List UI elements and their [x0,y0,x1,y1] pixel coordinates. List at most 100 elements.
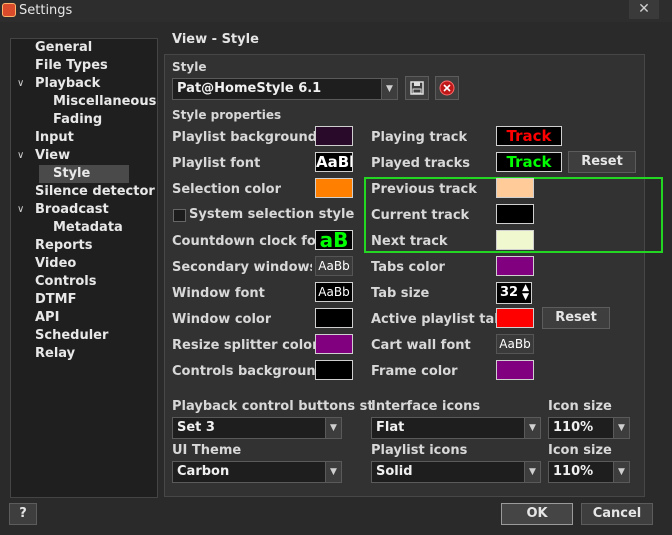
playlist-icons-select[interactable]: Solid ▼ [371,461,541,483]
reset-tab-colors-button[interactable]: Reset [542,307,610,329]
title-bar: Settings ✕ [0,0,672,22]
secondary-windows-font-sample[interactable]: AaBb [315,256,353,276]
tree-item-relay[interactable]: Relay [35,345,75,363]
active-playlist-tab-swatch[interactable] [496,308,534,328]
style-properties-label: Style properties [172,108,282,122]
chevron-down-icon: ▼ [613,462,629,482]
floppy-disk-icon [410,81,424,95]
controls-background-swatch[interactable] [315,360,353,380]
frame-color-label: Frame color [371,364,458,379]
tree-item-label: Controls [35,274,97,289]
icon-size-1-select[interactable]: 110% ▼ [548,417,630,439]
tree-item-scheduler[interactable]: Scheduler [35,327,108,345]
system-selection-style-checkbox[interactable] [173,209,186,222]
selection-color-label: Selection color [172,182,281,197]
tree-item-file-types[interactable]: File Types [35,57,108,75]
tree-item-label: Broadcast [35,202,109,217]
selection-color-swatch[interactable] [315,178,353,198]
tree-item-label: Playback [35,76,101,91]
reset-track-colors-button[interactable]: Reset [568,151,636,173]
tab-size-label: Tab size [371,286,430,301]
tree-item-reports[interactable]: Reports [35,237,92,255]
tab-size-value: 32 [500,285,519,300]
delete-style-button[interactable] [435,76,459,100]
tree-item-video[interactable]: Video [35,255,76,273]
tree-item-miscellaneous[interactable]: Miscellaneous [53,93,156,111]
playlist-icons-value: Solid [376,464,413,479]
previous-track-label: Previous track [371,182,477,197]
previous-track-swatch[interactable] [496,178,534,198]
chevron-down-icon[interactable]: ∨ [17,75,29,93]
delete-icon [439,80,455,96]
next-track-swatch[interactable] [496,230,534,250]
page-title: View - Style [172,32,259,47]
tree-item-api[interactable]: API [35,309,59,327]
style-label: Style [172,60,207,74]
tree-item-label: Metadata [53,220,123,235]
tree-item-metadata[interactable]: Metadata [53,219,123,237]
tab-size-stepper[interactable]: 32 ▲ ▼ [496,282,532,304]
tabs-color-swatch[interactable] [496,256,534,276]
tree-item-label: File Types [35,58,108,73]
tree-item-general[interactable]: General [35,39,92,57]
tree-item-label: Style [53,166,91,181]
played-tracks-sample[interactable]: Track [496,152,562,172]
cart-wall-font-sample[interactable]: AaBb [496,334,534,354]
tree-item-playback[interactable]: Playback [35,75,100,93]
countdown-clock-font-sample[interactable]: aB [315,230,353,250]
chevron-down-icon[interactable]: ∨ [17,201,29,219]
app-logo-icon [2,3,16,17]
playback-buttons-style-select[interactable]: Set 3 ▼ [172,417,342,439]
tree-item-label: Fading [53,112,103,127]
cart-wall-font-label: Cart wall font [371,338,471,353]
spin-arrows-icon[interactable]: ▲ ▼ [522,284,529,302]
current-track-swatch[interactable] [496,204,534,224]
tree-item-label: Silence detector [35,184,155,199]
settings-tree[interactable]: General File Types Playback ∨ Miscellaneous F… [10,38,158,498]
window-title: Settings [19,3,73,18]
window-font-sample[interactable]: AaBb [315,282,353,302]
icon-size-2-select[interactable]: 110% ▼ [548,461,630,483]
save-style-button[interactable] [405,76,429,100]
window-font-label: Window font [172,286,265,301]
tree-item-controls[interactable]: Controls [35,273,96,291]
tree-item-label: Input [35,130,74,145]
playback-buttons-style-label: Playback control buttons style [172,399,372,414]
secondary-windows-font-label: Secondary windows font [172,260,312,275]
countdown-clock-font-label: Countdown clock font [172,234,332,249]
style-select[interactable]: Pat@HomeStyle 6.1 ▼ [172,78,398,100]
frame-color-swatch[interactable] [496,360,534,380]
window-color-swatch[interactable] [315,308,353,328]
tree-item-style[interactable]: Style [39,165,129,183]
tree-item-label: DTMF [35,292,77,307]
playlist-font-sample[interactable]: AaBb [315,152,353,172]
tree-item-silence-detector[interactable]: Silence detector [35,183,155,201]
window-color-label: Window color [172,312,272,327]
playlist-background-label: Playlist background [172,130,318,145]
playback-buttons-style-value: Set 3 [177,420,215,435]
tree-item-label: API [35,310,60,325]
playing-track-label: Playing track [371,130,468,145]
tree-item-label: Reports [35,238,93,253]
close-button[interactable]: ✕ [629,0,659,19]
playing-track-sample[interactable]: Track [496,126,562,146]
style-select-value: Pat@HomeStyle 6.1 [177,81,322,96]
tree-item-view[interactable]: View [35,147,70,165]
cancel-button[interactable]: Cancel [581,503,653,525]
playlist-background-swatch[interactable] [315,126,353,146]
tree-item-fading[interactable]: Fading [53,111,102,129]
tree-item-broadcast[interactable]: Broadcast [35,201,109,219]
help-button[interactable]: ? [9,503,37,525]
interface-icons-select[interactable]: Flat ▼ [371,417,541,439]
ui-theme-select[interactable]: Carbon ▼ [172,461,342,483]
tree-item-input[interactable]: Input [35,129,74,147]
controls-background-label: Controls background [172,364,325,379]
ui-theme-value: Carbon [177,464,230,479]
tree-item-label: Miscellaneous [53,94,157,109]
chevron-down-icon: ▼ [613,418,629,438]
resize-splitter-color-swatch[interactable] [315,334,353,354]
tree-item-dtmf[interactable]: DTMF [35,291,76,309]
icon-size-1-value: 110% [553,420,594,435]
ok-button[interactable]: OK [501,503,573,525]
chevron-down-icon[interactable]: ∨ [17,147,29,165]
